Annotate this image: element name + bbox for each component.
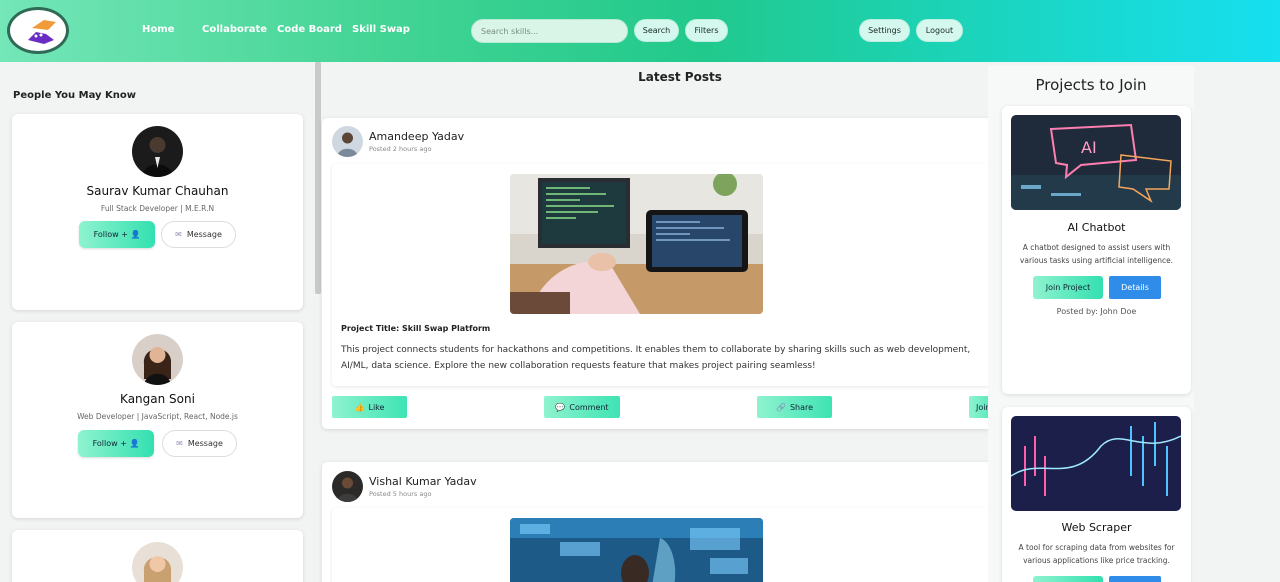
- link-icon: 🔗: [775, 402, 786, 412]
- thumbs-up-icon: 👍: [354, 402, 365, 412]
- person-card: Kangan Soni Web Developer | JavaScript, …: [12, 322, 303, 518]
- envelope-icon: ✉: [176, 439, 183, 448]
- avatar: [132, 334, 183, 385]
- project-name: AI Chatbot: [1067, 221, 1126, 234]
- person-name: Kangan Soni: [120, 392, 195, 406]
- comment-button[interactable]: 💬 Comment: [544, 396, 620, 418]
- details-button[interactable]: Details: [1109, 276, 1161, 299]
- message-button[interactable]: ✉ Message: [162, 430, 237, 457]
- person-card: [12, 530, 303, 582]
- search-button[interactable]: Search: [634, 19, 679, 42]
- comment-icon: 💬: [555, 402, 566, 412]
- share-button[interactable]: 🔗 Share: [757, 396, 832, 418]
- sidebar-scrollbar[interactable]: [315, 62, 321, 294]
- post-timestamp: Posted 5 hours ago: [369, 490, 432, 498]
- follow-button[interactable]: Follow + 👤: [79, 221, 155, 248]
- details-button[interactable]: [1109, 576, 1161, 582]
- project-posted-by: Posted by: John Doe: [1056, 307, 1137, 316]
- project-description: A tool for scraping data from websites f…: [1018, 543, 1175, 565]
- message-button[interactable]: ✉ Message: [161, 221, 236, 248]
- post-card: Vishal Kumar Yadav Posted 5 hours ago: [322, 462, 1002, 582]
- post-author[interactable]: Amandeep Yadav: [369, 130, 464, 143]
- project-name: Web Scraper: [1061, 521, 1132, 534]
- people-you-may-know-title: People You May Know: [13, 90, 136, 101]
- project-description: A chatbot designed to assist users with …: [1019, 243, 1174, 265]
- post-timestamp: Posted 2 hours ago: [369, 145, 432, 153]
- person-card: Saurav Kumar Chauhan Full Stack Develope…: [12, 114, 303, 310]
- like-label: Like: [368, 402, 385, 412]
- avatar: [332, 471, 363, 502]
- project-card: AI AI Chatbot A chatbot designed to assi…: [1002, 106, 1191, 394]
- search-input[interactable]: [471, 19, 628, 43]
- post-content: Project Title: Skill Swap Platform This …: [332, 164, 1002, 386]
- message-label: Message: [186, 230, 222, 239]
- project-image-web-scraper: [1011, 416, 1181, 511]
- post-author[interactable]: Vishal Kumar Yadav: [369, 475, 477, 488]
- project-image-ai-chatbot: AI: [1011, 115, 1181, 210]
- post-image-hologram: [510, 518, 763, 582]
- like-button[interactable]: 👍 Like: [332, 396, 407, 418]
- person-role: Web Developer | JavaScript, React, Node.…: [77, 412, 238, 421]
- filters-button[interactable]: Filters: [685, 19, 728, 42]
- person-role: Full Stack Developer | M.E.R.N: [100, 204, 215, 213]
- post-card: Amandeep Yadav Posted 2 hours ago Projec…: [322, 118, 1002, 429]
- follow-button[interactable]: Follow + 👤: [78, 430, 154, 457]
- person-name: Saurav Kumar Chauhan: [86, 184, 229, 198]
- svg-text:AI: AI: [1081, 138, 1097, 157]
- message-label: Message: [187, 439, 223, 448]
- nav-skill-swap[interactable]: Skill Swap: [352, 24, 410, 35]
- envelope-icon: ✉: [175, 230, 182, 239]
- nav-code-board[interactable]: Code Board: [277, 24, 342, 35]
- avatar: [332, 126, 363, 157]
- latest-posts-title: Latest Posts: [638, 70, 722, 84]
- logout-button[interactable]: Logout: [916, 19, 963, 42]
- post-content: [332, 508, 1002, 582]
- nav-collaborate[interactable]: Collaborate: [202, 24, 267, 35]
- navbar: Home Collaborate Code Board Skill Swap S…: [0, 0, 1280, 62]
- join-project-button[interactable]: Join Project: [1033, 276, 1103, 299]
- projects-to-join-title: Projects to Join: [1035, 76, 1147, 94]
- avatar: [132, 542, 183, 582]
- nav-home[interactable]: Home: [142, 24, 174, 35]
- project-card: Web Scraper A tool for scraping data fro…: [1002, 407, 1191, 582]
- comment-label: Comment: [569, 402, 609, 412]
- join-project-button[interactable]: [1033, 576, 1103, 582]
- avatar: [132, 126, 183, 177]
- logo-handshake-icon[interactable]: [7, 7, 69, 54]
- post-description: This project connects students for hacka…: [341, 345, 971, 371]
- project-title: Project Title: Skill Swap Platform: [341, 324, 491, 333]
- post-image-laptop-coding: [510, 174, 763, 314]
- settings-button[interactable]: Settings: [859, 19, 910, 42]
- share-label: Share: [789, 402, 814, 412]
